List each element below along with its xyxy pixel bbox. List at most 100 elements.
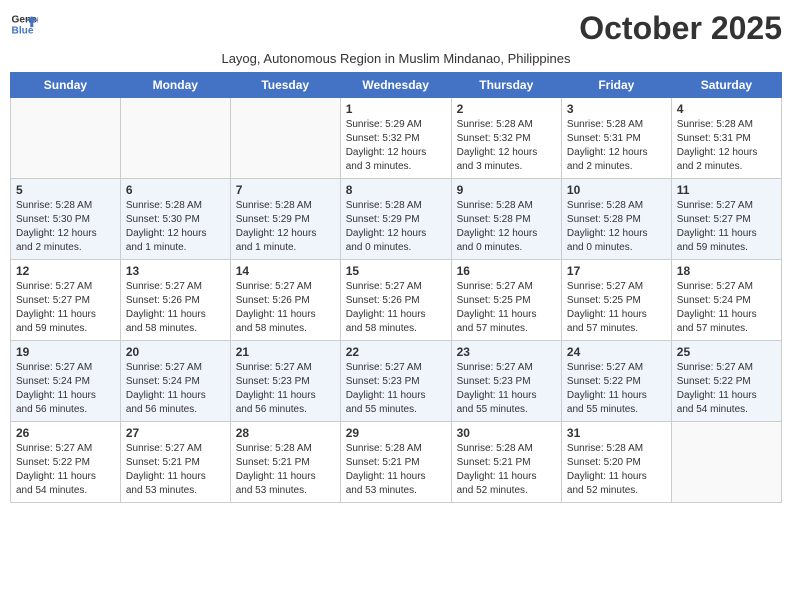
calendar-day-cell: 12Sunrise: 5:27 AM Sunset: 5:27 PM Dayli… (11, 260, 121, 341)
calendar-day-cell: 15 Sunrise: 5:27 AM Sunset: 5:26 PM Dayli… (340, 260, 451, 341)
calendar-day-cell: 6 Sunrise: 5:28 AM Sunset: 5:30 PM Daylig… (120, 179, 230, 260)
day-number: 18 (677, 264, 776, 278)
day-number: 16 (457, 264, 556, 278)
calendar-day-cell (230, 98, 340, 179)
logo-icon: General Blue (10, 10, 38, 38)
calendar-day-cell: 17Sunrise: 5:27 AM Sunset: 5:25 PM Dayli… (561, 260, 671, 341)
calendar-day-cell: 29 Sunrise: 5:28 AM Sunset: 5:21 PM Dayli… (340, 422, 451, 503)
calendar-day-cell: 23Sunrise: 5:27 AM Sunset: 5:23 PM Dayli… (451, 341, 561, 422)
day-info: Sunrise: 5:28 AM Sunset: 5:21 PM Dayligh… (236, 442, 335, 498)
calendar-day-header: Monday (120, 73, 230, 98)
calendar-day-cell: 16 Sunrise: 5:27 AM Sunset: 5:25 PM Dayli… (451, 260, 561, 341)
calendar-day-header: Friday (561, 73, 671, 98)
day-number: 2 (457, 102, 556, 116)
day-number: 5 (16, 183, 115, 197)
day-info: Sunrise: 5:27 AM Sunset: 5:22 PM Dayligh… (567, 361, 666, 417)
month-title: October 2025 (579, 10, 782, 47)
day-number: 27 (126, 426, 225, 440)
day-info: Sunrise: 5:27 AM Sunset: 5:26 PM Dayligh… (126, 280, 225, 336)
day-info: Sunrise: 5:27 AM Sunset: 5:25 PM Dayligh… (457, 280, 556, 336)
calendar-day-cell: 19Sunrise: 5:27 AM Sunset: 5:24 PM Dayli… (11, 341, 121, 422)
calendar-day-cell: 4 Sunrise: 5:28 AM Sunset: 5:31 PM Daylig… (671, 98, 781, 179)
day-number: 28 (236, 426, 335, 440)
day-number: 7 (236, 183, 335, 197)
calendar-day-cell: 5 Sunrise: 5:28 AM Sunset: 5:30 PM Daylig… (11, 179, 121, 260)
day-info: Sunrise: 5:27 AM Sunset: 5:24 PM Dayligh… (16, 361, 115, 417)
day-info: Sunrise: 5:27 AM Sunset: 5:22 PM Dayligh… (677, 361, 776, 417)
title-section: October 2025 (579, 10, 782, 47)
calendar-week-row: 12Sunrise: 5:27 AM Sunset: 5:27 PM Dayli… (11, 260, 782, 341)
calendar-header-row: SundayMondayTuesdayWednesdayThursdayFrid… (11, 73, 782, 98)
day-info: Sunrise: 5:28 AM Sunset: 5:28 PM Dayligh… (567, 199, 666, 255)
calendar-day-cell: 7 Sunrise: 5:28 AM Sunset: 5:29 PM Daylig… (230, 179, 340, 260)
calendar-week-row: 1Sunrise: 5:29 AM Sunset: 5:32 PM Daylig… (11, 98, 782, 179)
day-number: 4 (677, 102, 776, 116)
day-info: Sunrise: 5:27 AM Sunset: 5:26 PM Dayligh… (236, 280, 335, 336)
day-number: 22 (346, 345, 446, 359)
calendar-day-cell: 24 Sunrise: 5:27 AM Sunset: 5:22 PM Dayli… (561, 341, 671, 422)
page-subtitle: Layog, Autonomous Region in Muslim Minda… (10, 51, 782, 66)
day-info: Sunrise: 5:27 AM Sunset: 5:24 PM Dayligh… (126, 361, 225, 417)
calendar-day-cell: 22 Sunrise: 5:27 AM Sunset: 5:23 PM Dayli… (340, 341, 451, 422)
day-number: 23 (457, 345, 556, 359)
calendar-day-cell: 26 Sunrise: 5:27 AM Sunset: 5:22 PM Dayli… (11, 422, 121, 503)
day-info: Sunrise: 5:28 AM Sunset: 5:21 PM Dayligh… (346, 442, 446, 498)
calendar-day-cell: 28 Sunrise: 5:28 AM Sunset: 5:21 PM Dayli… (230, 422, 340, 503)
calendar-day-cell: 21 Sunrise: 5:27 AM Sunset: 5:23 PM Dayli… (230, 341, 340, 422)
day-number: 14 (236, 264, 335, 278)
page-header: General Blue October 2025 (10, 10, 782, 47)
day-number: 8 (346, 183, 446, 197)
day-number: 15 (346, 264, 446, 278)
calendar-day-cell: 9 Sunrise: 5:28 AM Sunset: 5:28 PM Daylig… (451, 179, 561, 260)
calendar-day-cell: 14 Sunrise: 5:27 AM Sunset: 5:26 PM Dayli… (230, 260, 340, 341)
logo: General Blue (10, 10, 38, 38)
day-number: 24 (567, 345, 666, 359)
day-info: Sunrise: 5:28 AM Sunset: 5:28 PM Dayligh… (457, 199, 556, 255)
day-info: Sunrise: 5:28 AM Sunset: 5:20 PM Dayligh… (567, 442, 666, 498)
calendar-week-row: 19Sunrise: 5:27 AM Sunset: 5:24 PM Dayli… (11, 341, 782, 422)
day-number: 6 (126, 183, 225, 197)
calendar-day-cell: 27 Sunrise: 5:27 AM Sunset: 5:21 PM Dayli… (120, 422, 230, 503)
day-info: Sunrise: 5:27 AM Sunset: 5:21 PM Dayligh… (126, 442, 225, 498)
calendar-day-cell: 18 Sunrise: 5:27 AM Sunset: 5:24 PM Dayli… (671, 260, 781, 341)
day-number: 3 (567, 102, 666, 116)
day-number: 30 (457, 426, 556, 440)
day-info: Sunrise: 5:27 AM Sunset: 5:22 PM Dayligh… (16, 442, 115, 498)
calendar-day-cell (120, 98, 230, 179)
day-number: 1 (346, 102, 446, 116)
calendar-day-cell: 13 Sunrise: 5:27 AM Sunset: 5:26 PM Dayli… (120, 260, 230, 341)
calendar-week-row: 5 Sunrise: 5:28 AM Sunset: 5:30 PM Daylig… (11, 179, 782, 260)
day-info: Sunrise: 5:28 AM Sunset: 5:31 PM Dayligh… (677, 118, 776, 174)
day-info: Sunrise: 5:27 AM Sunset: 5:27 PM Dayligh… (677, 199, 776, 255)
day-number: 26 (16, 426, 115, 440)
calendar-day-cell: 20Sunrise: 5:27 AM Sunset: 5:24 PM Dayli… (120, 341, 230, 422)
day-number: 21 (236, 345, 335, 359)
day-number: 25 (677, 345, 776, 359)
day-info: Sunrise: 5:27 AM Sunset: 5:23 PM Dayligh… (346, 361, 446, 417)
calendar-day-header: Thursday (451, 73, 561, 98)
calendar-day-cell: 8Sunrise: 5:28 AM Sunset: 5:29 PM Daylig… (340, 179, 451, 260)
calendar-day-cell: 31 Sunrise: 5:28 AM Sunset: 5:20 PM Dayli… (561, 422, 671, 503)
day-info: Sunrise: 5:28 AM Sunset: 5:30 PM Dayligh… (16, 199, 115, 255)
calendar-day-cell (671, 422, 781, 503)
calendar-week-row: 26 Sunrise: 5:27 AM Sunset: 5:22 PM Dayli… (11, 422, 782, 503)
day-info: Sunrise: 5:27 AM Sunset: 5:27 PM Dayligh… (16, 280, 115, 336)
day-number: 13 (126, 264, 225, 278)
day-info: Sunrise: 5:27 AM Sunset: 5:26 PM Dayligh… (346, 280, 446, 336)
day-info: Sunrise: 5:27 AM Sunset: 5:23 PM Dayligh… (236, 361, 335, 417)
day-number: 31 (567, 426, 666, 440)
calendar-table: SundayMondayTuesdayWednesdayThursdayFrid… (10, 72, 782, 503)
day-info: Sunrise: 5:27 AM Sunset: 5:24 PM Dayligh… (677, 280, 776, 336)
day-number: 9 (457, 183, 556, 197)
day-info: Sunrise: 5:28 AM Sunset: 5:29 PM Dayligh… (236, 199, 335, 255)
calendar-day-header: Sunday (11, 73, 121, 98)
calendar-day-cell: 11Sunrise: 5:27 AM Sunset: 5:27 PM Dayli… (671, 179, 781, 260)
calendar-day-cell (11, 98, 121, 179)
calendar-day-cell: 2Sunrise: 5:28 AM Sunset: 5:32 PM Daylig… (451, 98, 561, 179)
calendar-day-cell: 30Sunrise: 5:28 AM Sunset: 5:21 PM Dayli… (451, 422, 561, 503)
day-number: 10 (567, 183, 666, 197)
day-info: Sunrise: 5:28 AM Sunset: 5:30 PM Dayligh… (126, 199, 225, 255)
calendar-day-cell: 3Sunrise: 5:28 AM Sunset: 5:31 PM Daylig… (561, 98, 671, 179)
day-number: 29 (346, 426, 446, 440)
calendar-day-cell: 10 Sunrise: 5:28 AM Sunset: 5:28 PM Dayli… (561, 179, 671, 260)
